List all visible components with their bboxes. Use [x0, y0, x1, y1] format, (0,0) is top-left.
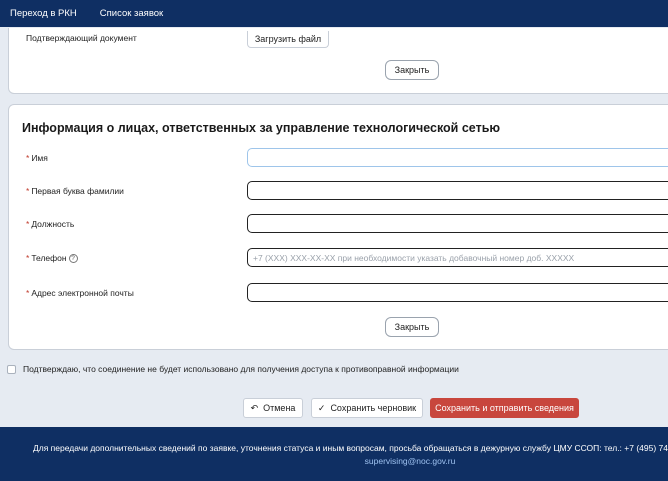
surname-initial-input[interactable] — [247, 181, 668, 200]
footer-contact-text: Для передачи дополнительных сведений по … — [33, 443, 668, 453]
required-mark: * — [26, 186, 30, 196]
help-icon[interactable]: ? — [68, 254, 78, 264]
name-label: * Имя — [26, 153, 48, 163]
phone-input[interactable] — [247, 248, 668, 267]
responsible-persons-card: Информация о лицах, ответственных за упр… — [8, 104, 668, 350]
document-label: Подтверждающий документ — [26, 33, 137, 43]
required-mark: * — [26, 153, 30, 163]
check-icon: ✓ — [317, 402, 326, 413]
save-draft-button[interactable]: ✓ Сохранить черновик — [311, 398, 423, 418]
top-navigation: Переход в РКН Список заявок — [0, 0, 668, 27]
position-label: * Должность — [26, 219, 75, 229]
footer: Для передачи дополнительных сведений по … — [0, 427, 668, 481]
upload-file-button[interactable]: Загрузить файл — [247, 31, 329, 48]
email-label: * Адрес электронной почты — [26, 288, 134, 298]
email-input[interactable] — [247, 283, 668, 302]
nav-link-rkn[interactable]: Переход в РКН — [10, 8, 77, 19]
section-title: Информация о лицах, ответственных за упр… — [22, 121, 501, 135]
required-mark: * — [26, 288, 30, 298]
nav-link-requests[interactable]: Список заявок — [100, 8, 163, 19]
undo-icon: ↶ — [250, 402, 259, 413]
consent-row[interactable]: Подтверждаю, что соединение не будет исп… — [7, 364, 459, 374]
footer-email-link[interactable]: supervising@noc.gov.ru — [0, 456, 668, 466]
save-and-submit-button[interactable]: Сохранить и отправить сведения — [430, 398, 579, 418]
document-card: Подтверждающий документ Загрузить файл З… — [8, 28, 668, 94]
close-persons-button[interactable]: Закрыть — [385, 317, 439, 337]
consent-checkbox[interactable] — [7, 364, 16, 374]
surname-initial-label: * Первая буква фамилии — [26, 186, 124, 196]
position-input[interactable] — [247, 214, 668, 233]
name-input[interactable] — [247, 148, 668, 167]
consent-text: Подтверждаю, что соединение не будет исп… — [23, 364, 459, 374]
close-document-button[interactable]: Закрыть — [385, 60, 439, 80]
phone-label: * Телефон? — [26, 253, 78, 264]
required-mark: * — [26, 253, 30, 263]
required-mark: * — [26, 219, 30, 229]
cancel-button[interactable]: ↶ Отмена — [243, 398, 303, 418]
